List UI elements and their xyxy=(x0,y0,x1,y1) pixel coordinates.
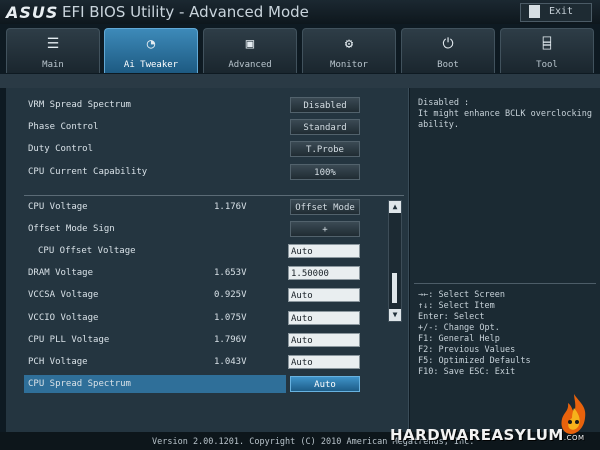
help-line: It might enhance BCLK overclocking xyxy=(418,109,592,119)
scroll-up-arrow-icon[interactable]: ▲ xyxy=(389,201,401,213)
watermark-suffix: .COM xyxy=(563,434,585,442)
advanced-icon: ▣ xyxy=(245,36,255,52)
tab-boot[interactable]: ⏻ Boot xyxy=(401,28,495,73)
setting-value-button[interactable]: Auto xyxy=(290,376,360,392)
setting-row-duty-control[interactable]: Duty Control T.Probe xyxy=(24,140,404,160)
tab-label: Advanced xyxy=(228,60,272,70)
setting-label: CPU Voltage xyxy=(28,202,88,212)
monitor-icon: ⚙ xyxy=(344,36,354,52)
setting-label: Offset Mode Sign xyxy=(28,224,115,234)
voltage-reading: 1.796V xyxy=(214,335,247,345)
voltage-reading: 1.653V xyxy=(214,268,247,278)
tab-bar: ☰ Main ◔ Ai Tweaker ▣ Advanced ⚙ Monitor… xyxy=(0,28,600,74)
setting-label: CPU Spread Spectrum xyxy=(28,379,131,389)
setting-label: VRM Spread Spectrum xyxy=(28,100,131,110)
setting-label: VCCIO Voltage xyxy=(28,313,99,323)
watermark-logo: HARDWAREASYLUM.COM xyxy=(390,426,585,444)
key-legend: →←: Select Screen ↑↓: Select Item Enter:… xyxy=(418,290,531,378)
setting-row-dram-voltage[interactable]: DRAM Voltage 1.653V 1.50000 xyxy=(24,264,404,284)
setting-row-cpu-voltage[interactable]: CPU Voltage 1.176V Offset Mode xyxy=(24,198,404,218)
tab-advanced[interactable]: ▣ Advanced xyxy=(203,28,297,73)
setting-row-vrm-spread-spectrum[interactable]: VRM Spread Spectrum Disabled xyxy=(24,96,404,116)
list-icon: ☰ xyxy=(46,36,60,52)
key-line: F10: Save ESC: Exit xyxy=(418,367,516,377)
setting-label: DRAM Voltage xyxy=(28,268,94,278)
tab-ai-tweaker[interactable]: ◔ Ai Tweaker xyxy=(104,28,198,73)
setting-value-input[interactable]: Auto xyxy=(288,333,360,347)
toolbox-icon: ⌸ xyxy=(542,36,552,52)
setting-row-vccio-voltage[interactable]: VCCIO Voltage 1.075V Auto xyxy=(24,309,404,329)
key-line: +/-: Change Opt. xyxy=(418,323,500,333)
item-help-text: Disabled : It might enhance BCLK overclo… xyxy=(418,98,593,131)
voltage-reading: 1.075V xyxy=(214,313,247,323)
settings-panel: VRM Spread Spectrum Disabled Phase Contr… xyxy=(6,88,409,432)
setting-value-input[interactable]: Auto xyxy=(288,288,360,302)
setting-value-input[interactable]: Auto xyxy=(288,311,360,325)
setting-label: VCCSA Voltage xyxy=(28,290,99,300)
tab-label: Ai Tweaker xyxy=(123,60,179,70)
watermark-text: HARDWAREASYLUM xyxy=(390,426,564,444)
setting-row-offset-mode-sign[interactable]: Offset Mode Sign + xyxy=(24,220,404,240)
tab-main[interactable]: ☰ Main xyxy=(6,28,100,73)
setting-value-button[interactable]: Offset Mode xyxy=(290,199,360,215)
status-strip xyxy=(0,74,600,88)
help-panel: Disabled : It might enhance BCLK overclo… xyxy=(410,88,600,432)
voltage-reading: 0.925V xyxy=(214,290,247,300)
tweaker-icon: ◔ xyxy=(146,36,156,52)
key-line: Enter: Select xyxy=(418,312,485,322)
setting-row-cpu-pll-voltage[interactable]: CPU PLL Voltage 1.796V Auto xyxy=(24,331,404,351)
app-title: EFI BIOS Utility - Advanced Mode xyxy=(62,3,309,21)
key-line: F2: Previous Values xyxy=(418,345,516,355)
setting-row-vccsa-voltage[interactable]: VCCSA Voltage 0.925V Auto xyxy=(24,286,404,306)
help-line: ability. xyxy=(418,120,459,130)
tab-label: Main xyxy=(42,60,64,70)
setting-label: CPU Offset Voltage xyxy=(38,246,136,256)
voltage-reading: 1.043V xyxy=(214,357,247,367)
tab-tool[interactable]: ⌸ Tool xyxy=(500,28,594,73)
setting-row-phase-control[interactable]: Phase Control Standard xyxy=(24,118,404,138)
setting-value-input[interactable]: Auto xyxy=(288,244,360,258)
setting-value-input[interactable]: 1.50000 xyxy=(288,266,360,280)
setting-label: CPU Current Capability xyxy=(28,167,148,177)
setting-label: CPU PLL Voltage xyxy=(28,335,110,345)
setting-row-cpu-current-capability[interactable]: CPU Current Capability 100% xyxy=(24,163,404,183)
setting-row-pch-voltage[interactable]: PCH Voltage 1.043V Auto xyxy=(24,353,404,373)
key-line: →←: Select Screen xyxy=(418,290,505,300)
setting-label: Duty Control xyxy=(28,144,94,154)
exit-label: Exit xyxy=(549,6,574,17)
key-line: ↑↓: Select Item xyxy=(418,301,495,311)
asus-logo: ASUS xyxy=(6,3,59,22)
scroll-thumb[interactable] xyxy=(392,273,397,303)
help-line: Disabled : xyxy=(418,98,470,108)
scroll-down-arrow-icon[interactable]: ▼ xyxy=(389,309,401,321)
scrollbar[interactable]: ▲ ▼ xyxy=(388,200,402,322)
section-divider xyxy=(24,195,404,196)
setting-row-cpu-spread-spectrum[interactable]: CPU Spread Spectrum Auto xyxy=(24,375,404,395)
setting-value-button[interactable]: T.Probe xyxy=(290,141,360,157)
help-divider xyxy=(414,283,596,284)
setting-value-button[interactable]: Disabled xyxy=(290,97,360,113)
setting-value-button[interactable]: 100% xyxy=(290,164,360,180)
voltage-reading: 1.176V xyxy=(214,202,247,212)
setting-label: Phase Control xyxy=(28,122,99,132)
key-line: F5: Optimized Defaults xyxy=(418,356,531,366)
title-bar: ASUS EFI BIOS Utility - Advanced Mode Ex… xyxy=(0,0,600,24)
exit-button[interactable]: Exit xyxy=(520,3,592,22)
tab-monitor[interactable]: ⚙ Monitor xyxy=(302,28,396,73)
setting-value-input[interactable]: Auto xyxy=(288,355,360,369)
tab-label: Tool xyxy=(536,60,558,70)
tab-label: Monitor xyxy=(330,60,368,70)
power-icon: ⏻ xyxy=(442,36,454,52)
setting-row-cpu-offset-voltage[interactable]: CPU Offset Voltage Auto xyxy=(24,242,404,262)
exit-icon xyxy=(529,5,540,18)
key-line: F1: General Help xyxy=(418,334,500,344)
setting-label: PCH Voltage xyxy=(28,357,88,367)
setting-value-button[interactable]: + xyxy=(290,221,360,237)
tab-label: Boot xyxy=(437,60,459,70)
setting-value-button[interactable]: Standard xyxy=(290,119,360,135)
